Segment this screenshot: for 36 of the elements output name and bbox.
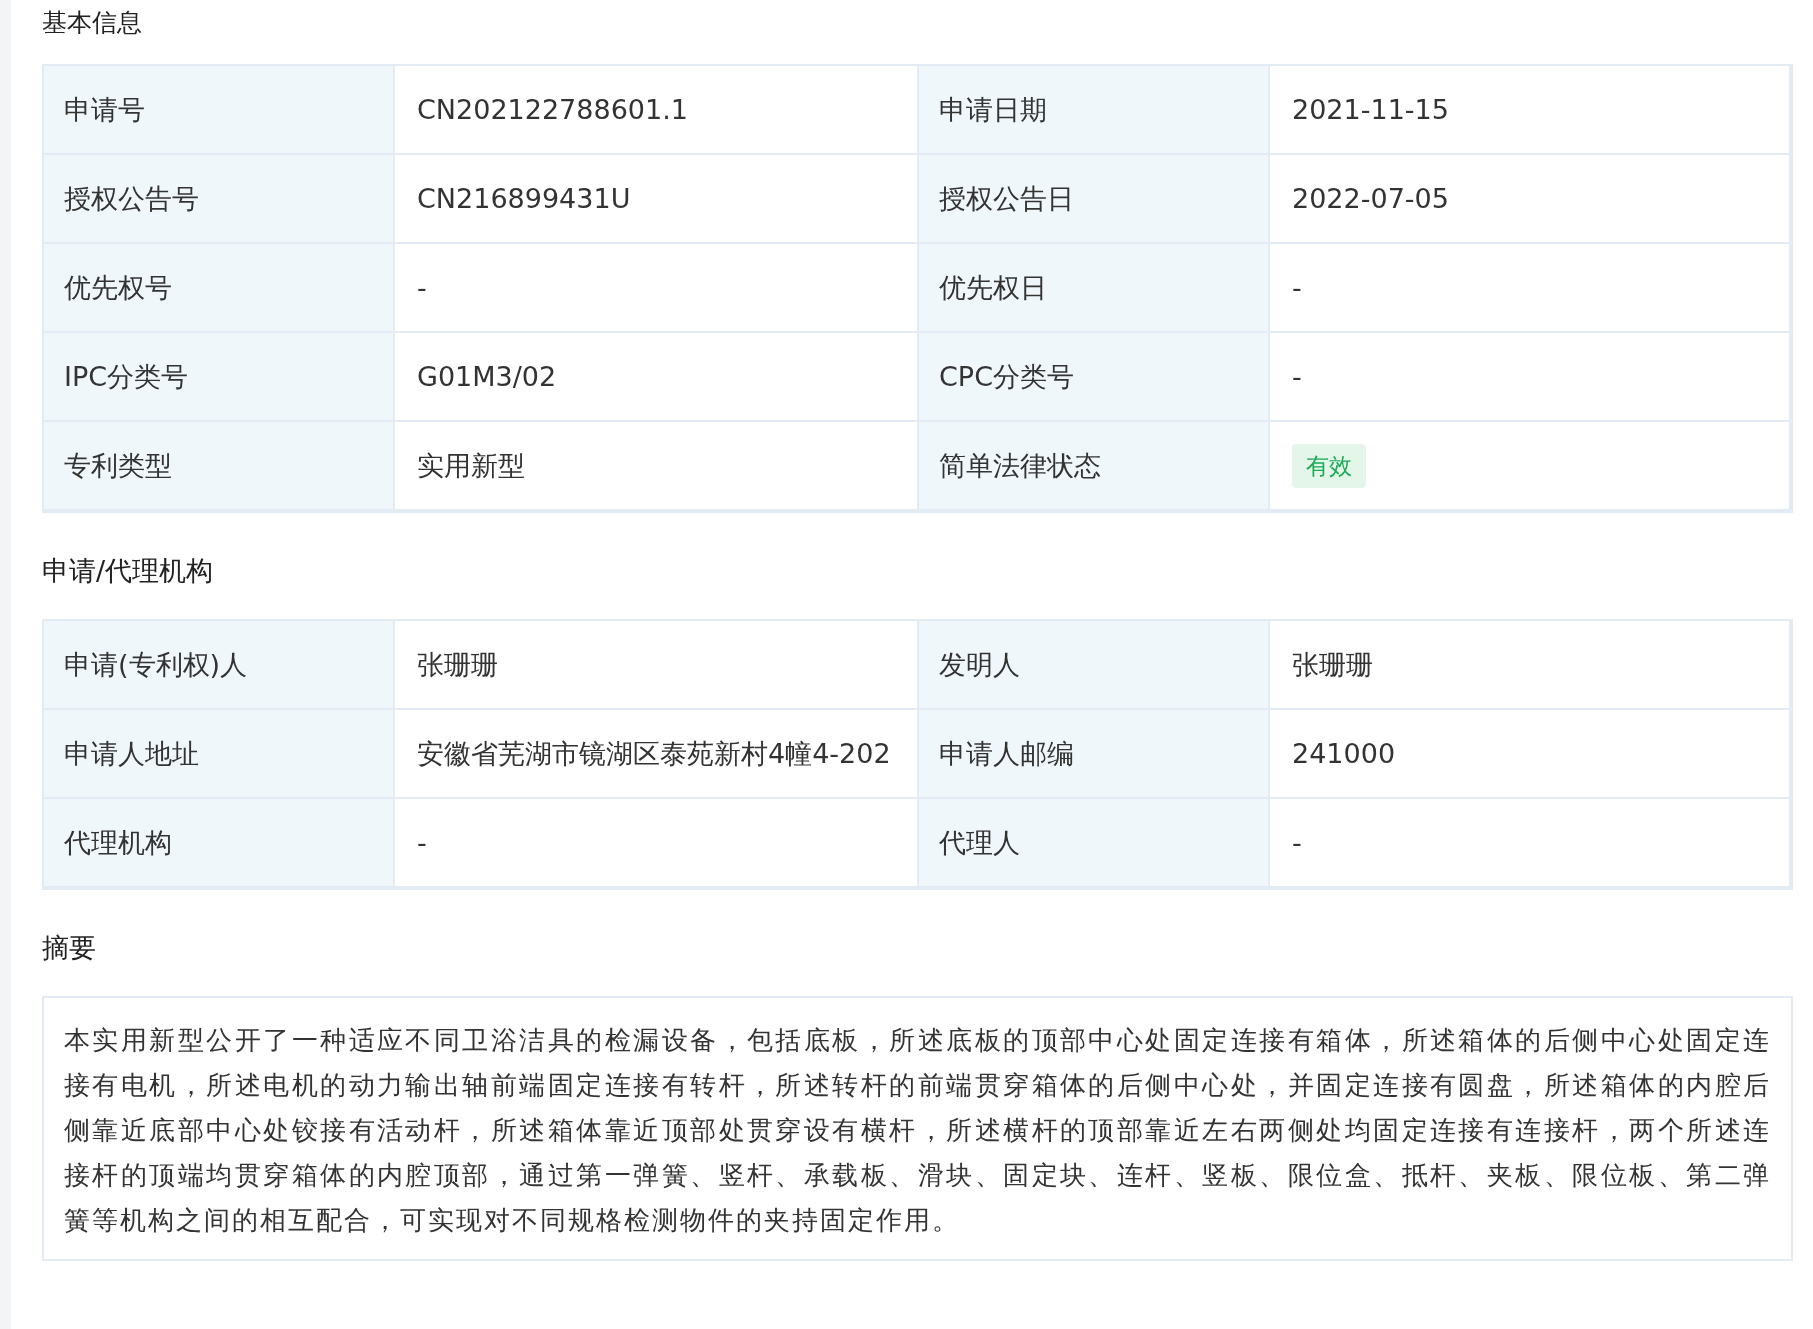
section-title: 摘要: [42, 931, 96, 965]
field-label: 发明人: [919, 621, 1270, 710]
field-value: 安徽省芜湖市镜湖区泰苑新村4幢4-202: [395, 710, 919, 799]
field-label: 优先权号: [44, 244, 395, 333]
field-value: -: [395, 799, 919, 888]
field-value: 241000: [1270, 710, 1791, 799]
field-label: 代理人: [919, 799, 1270, 888]
field-label: 申请人邮编: [919, 710, 1270, 799]
field-value: -: [1270, 799, 1791, 888]
field-label: 授权公告号: [44, 155, 395, 244]
section-title: 基本信息: [42, 7, 142, 39]
field-value: 张珊珊: [395, 621, 919, 710]
field-label: CPC分类号: [919, 333, 1270, 422]
field-value: 2021-11-15: [1270, 66, 1791, 155]
field-value: -: [1270, 244, 1791, 333]
section-title: 申请/代理机构: [42, 554, 214, 588]
field-label: IPC分类号: [44, 333, 395, 422]
field-label: 申请人地址: [44, 710, 395, 799]
field-value: 2022-07-05: [1270, 155, 1791, 244]
status-badge: 有效: [1292, 443, 1366, 488]
abstract-text: 本实用新型公开了一种适应不同卫浴洁具的检漏设备，包括底板，所述底板的顶部中心处固定连接有箱体，所述箱体的后侧中心处固定连接有电机，所述电机的动力输出轴前端固定连接有转杆，所述转杆的前端贯穿箱体的后侧中心处，并固定连接有圆盘，所述箱体的内腔后侧靠近底部中心处铰接有活动杆，所述箱体靠近顶部处贯穿设有横杆，所述横杆的顶部靠近左右两侧处均固定连接有连接杆，两个所述连接杆的顶端均贯穿箱体的内腔顶部，通过第一弹簧、竖杆、承载板、滑块、固定块、连杆、竖板、限位盒、抵杆、夹板、限位板、第二弹簧等机构之间的相互配合，可实现对不同规格检测物件的夹持固定作用。: [42, 996, 1793, 1261]
field-value: -: [395, 244, 919, 333]
field-value: CN202122788601.1: [395, 66, 919, 155]
field-value: 张珊珊: [1270, 621, 1791, 710]
field-label: 专利类型: [44, 422, 395, 511]
field-label: 代理机构: [44, 799, 395, 888]
field-label: 申请日期: [919, 66, 1270, 155]
field-label: 简单法律状态: [919, 422, 1270, 511]
field-label: 申请号: [44, 66, 395, 155]
field-label: 申请(专利权)人: [44, 621, 395, 710]
field-label: 授权公告日: [919, 155, 1270, 244]
field-value: -: [1270, 333, 1791, 422]
field-value: G01M3/02: [395, 333, 919, 422]
field-value: 实用新型: [395, 422, 919, 511]
field-value: CN216899431U: [395, 155, 919, 244]
field-label: 优先权日: [919, 244, 1270, 333]
